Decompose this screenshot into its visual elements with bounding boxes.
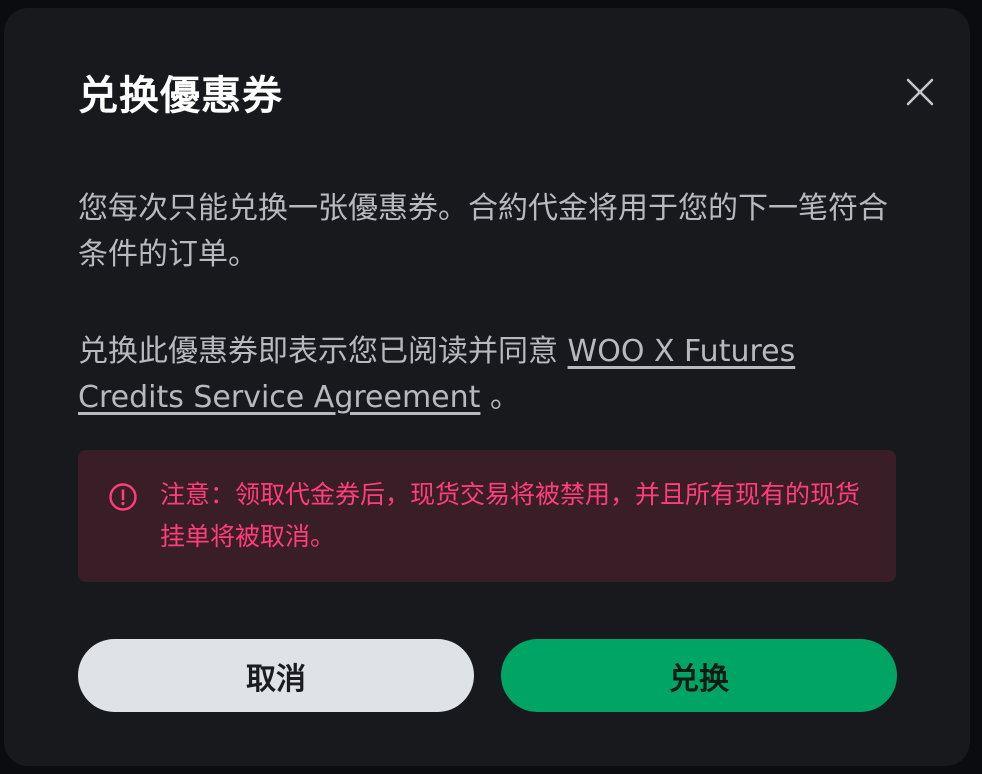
warning-banner: 注意：领取代金券后，现货交易将被禁用，并且所有现有的现货挂单将被取消。	[78, 450, 896, 582]
close-button[interactable]	[900, 72, 940, 112]
agreement-suffix: 。	[480, 380, 520, 415]
close-icon	[906, 78, 934, 106]
agreement-prefix: 兑换此優惠券即表示您已阅读并同意	[78, 334, 568, 369]
cancel-button[interactable]: 取消	[78, 639, 474, 712]
dialog-title: 兑换優惠券	[78, 73, 283, 119]
agreement-statement: 兑换此優惠券即表示您已阅读并同意 WOO X Futures Credits S…	[78, 329, 898, 421]
warning-text: 注意：领取代金券后，现货交易将被禁用，并且所有现有的现货挂单将被取消。	[160, 480, 861, 551]
coupon-description: 您每次只能兑换一张優惠券。合約代金将用于您的下一笔符合条件的订单。	[78, 191, 888, 272]
redeem-coupon-dialog: 兑换優惠券 您每次只能兑换一张優惠券。合約代金将用于您的下一笔符合条件的订单。 …	[4, 8, 970, 766]
alert-circle-icon	[109, 483, 137, 511]
redeem-button[interactable]: 兑换	[501, 639, 897, 712]
